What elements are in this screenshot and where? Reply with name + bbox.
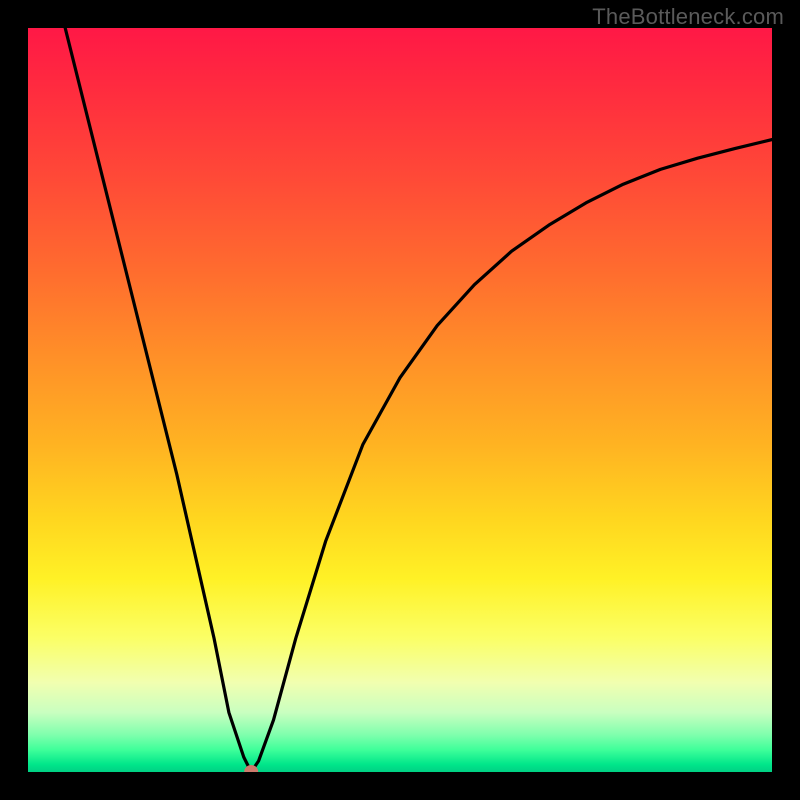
curve-layer — [28, 28, 772, 772]
plot-area — [28, 28, 772, 772]
bottleneck-curve — [65, 28, 772, 772]
plot-frame — [28, 28, 772, 772]
watermark-label: TheBottleneck.com — [592, 4, 784, 30]
chart-container: TheBottleneck.com — [0, 0, 800, 800]
